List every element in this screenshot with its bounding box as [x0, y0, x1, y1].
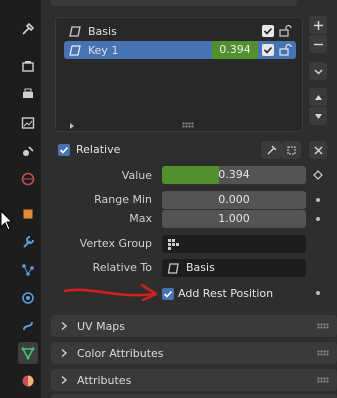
- panel-color-attributes[interactable]: Color Attributes: [51, 342, 337, 364]
- material-icon: [22, 375, 34, 387]
- panel-attributes[interactable]: Attributes: [51, 369, 337, 391]
- relative-to-field[interactable]: Basis: [162, 259, 306, 277]
- expand-filter-icon[interactable]: [68, 122, 76, 130]
- relative-to-label: Relative To: [92, 261, 152, 274]
- max-field[interactable]: 1.000: [162, 210, 306, 228]
- shape-key-specials-button[interactable]: [309, 62, 327, 80]
- printer-icon: [23, 88, 33, 98]
- move-down-button[interactable]: [309, 107, 327, 125]
- decorator-dot-icon[interactable]: [316, 198, 320, 202]
- panel-drag-grip[interactable]: [317, 350, 329, 356]
- value-slider[interactable]: 0.394: [162, 166, 306, 184]
- shape-key-row-key1[interactable]: Key 1 0.394: [64, 41, 296, 59]
- vertex-group-label: Vertex Group: [79, 237, 152, 250]
- list-resize-grip[interactable]: [182, 122, 194, 128]
- shape-key-icon: [69, 45, 81, 56]
- shape-key-value[interactable]: 0.394: [212, 41, 258, 59]
- panel-title: Color Attributes: [77, 346, 164, 360]
- world-tab-icon[interactable]: [18, 168, 38, 190]
- panel-uv-maps[interactable]: UV Maps: [51, 315, 337, 337]
- next-panel-edge: [51, 394, 337, 398]
- relative-label: Relative: [76, 143, 121, 156]
- shape-key-row-basis[interactable]: Basis: [64, 22, 296, 40]
- world-icon: [21, 172, 35, 186]
- scene-tab-icon[interactable]: [18, 140, 38, 162]
- plus-icon: [313, 20, 323, 30]
- physics-tab-icon[interactable]: [18, 287, 38, 309]
- data-tab-icon[interactable]: [18, 342, 38, 364]
- mesh-data-icon: [21, 347, 35, 360]
- clear-weights-button[interactable]: [309, 141, 327, 159]
- panel-drag-grip[interactable]: [317, 377, 329, 383]
- decorator-dot-icon[interactable]: [316, 291, 320, 295]
- shape-key-icon: [167, 263, 179, 274]
- range-min-field[interactable]: 0.000: [162, 191, 306, 209]
- relative-option[interactable]: Relative: [58, 143, 120, 156]
- shape-keys-list[interactable]: Basis Key 1 0.394: [55, 17, 303, 132]
- shape-key-icon: [69, 26, 81, 37]
- tool-icon: [22, 22, 35, 35]
- keyframe-diamond-icon[interactable]: [313, 170, 323, 180]
- chevron-right-icon: [61, 348, 68, 358]
- decorator-dot-icon[interactable]: [316, 217, 320, 221]
- max-label: Max: [129, 212, 152, 225]
- value-label: Value: [121, 169, 152, 182]
- constraints-tab-icon[interactable]: [18, 315, 38, 337]
- pin-button[interactable]: [261, 141, 281, 159]
- shape-key-name: Basis: [88, 24, 117, 38]
- add-rest-position-checkbox[interactable]: [162, 287, 174, 300]
- view-layer-tab-icon[interactable]: [18, 112, 38, 134]
- triangle-down-icon: [314, 113, 322, 119]
- chevron-right-icon: [61, 321, 68, 331]
- relative-checkbox[interactable]: [58, 143, 70, 156]
- panel-drag-grip[interactable]: [317, 323, 329, 329]
- pin-icon: [267, 145, 276, 154]
- render-tab-icon[interactable]: [18, 55, 38, 77]
- vertex-group-field[interactable]: [162, 235, 306, 253]
- render-icon: [22, 61, 34, 72]
- properties-tab-bar: [14, 0, 41, 398]
- move-up-button[interactable]: [309, 88, 327, 106]
- edit-mode-icon: [287, 146, 295, 154]
- chevron-down-icon: [314, 69, 322, 74]
- particles-icon: [22, 264, 34, 276]
- panel-title: UV Maps: [77, 319, 126, 333]
- shape-key-name: Key 1: [88, 43, 119, 57]
- scene-icon: [23, 146, 34, 156]
- shape-key-enabled-checkbox[interactable]: [262, 25, 274, 37]
- physics-icon: [22, 292, 34, 304]
- image-icon: [21, 117, 35, 129]
- vertex-group-icon: [168, 239, 179, 250]
- range-min-label: Range Min: [94, 193, 152, 206]
- value-text: 0.394: [218, 168, 250, 181]
- edit-mode-button[interactable]: [281, 141, 301, 159]
- modifier-tab-icon[interactable]: [18, 231, 38, 253]
- tool-tab-icon[interactable]: [18, 18, 38, 40]
- triangle-up-icon: [314, 94, 322, 100]
- relative-to-value: Basis: [186, 261, 215, 274]
- mouse-cursor-icon: [0, 210, 14, 231]
- wrench-icon: [23, 236, 34, 248]
- add-rest-position-option[interactable]: Add Rest Position: [162, 287, 273, 300]
- material-tab-icon[interactable]: [18, 370, 38, 392]
- annotation-arrow: [63, 283, 158, 302]
- unlock-icon[interactable]: [278, 43, 292, 57]
- output-tab-icon[interactable]: [18, 83, 38, 105]
- particles-tab-icon[interactable]: [18, 259, 38, 281]
- object-icon: [23, 209, 33, 219]
- constraint-icon: [23, 321, 33, 331]
- panel-title: Attributes: [77, 373, 132, 387]
- shape-key-enabled-checkbox[interactable]: [262, 44, 274, 56]
- remove-shape-key-button[interactable]: [309, 35, 327, 53]
- editor-edge-strip: [0, 0, 14, 398]
- header-edge: [51, 0, 297, 6]
- add-shape-key-button[interactable]: [309, 16, 327, 34]
- object-tab-icon[interactable]: [18, 203, 38, 225]
- unlock-icon[interactable]: [278, 24, 292, 38]
- close-icon: [314, 146, 322, 154]
- minus-icon: [313, 43, 323, 45]
- add-rest-position-label: Add Rest Position: [178, 287, 274, 300]
- chevron-right-icon: [61, 375, 68, 385]
